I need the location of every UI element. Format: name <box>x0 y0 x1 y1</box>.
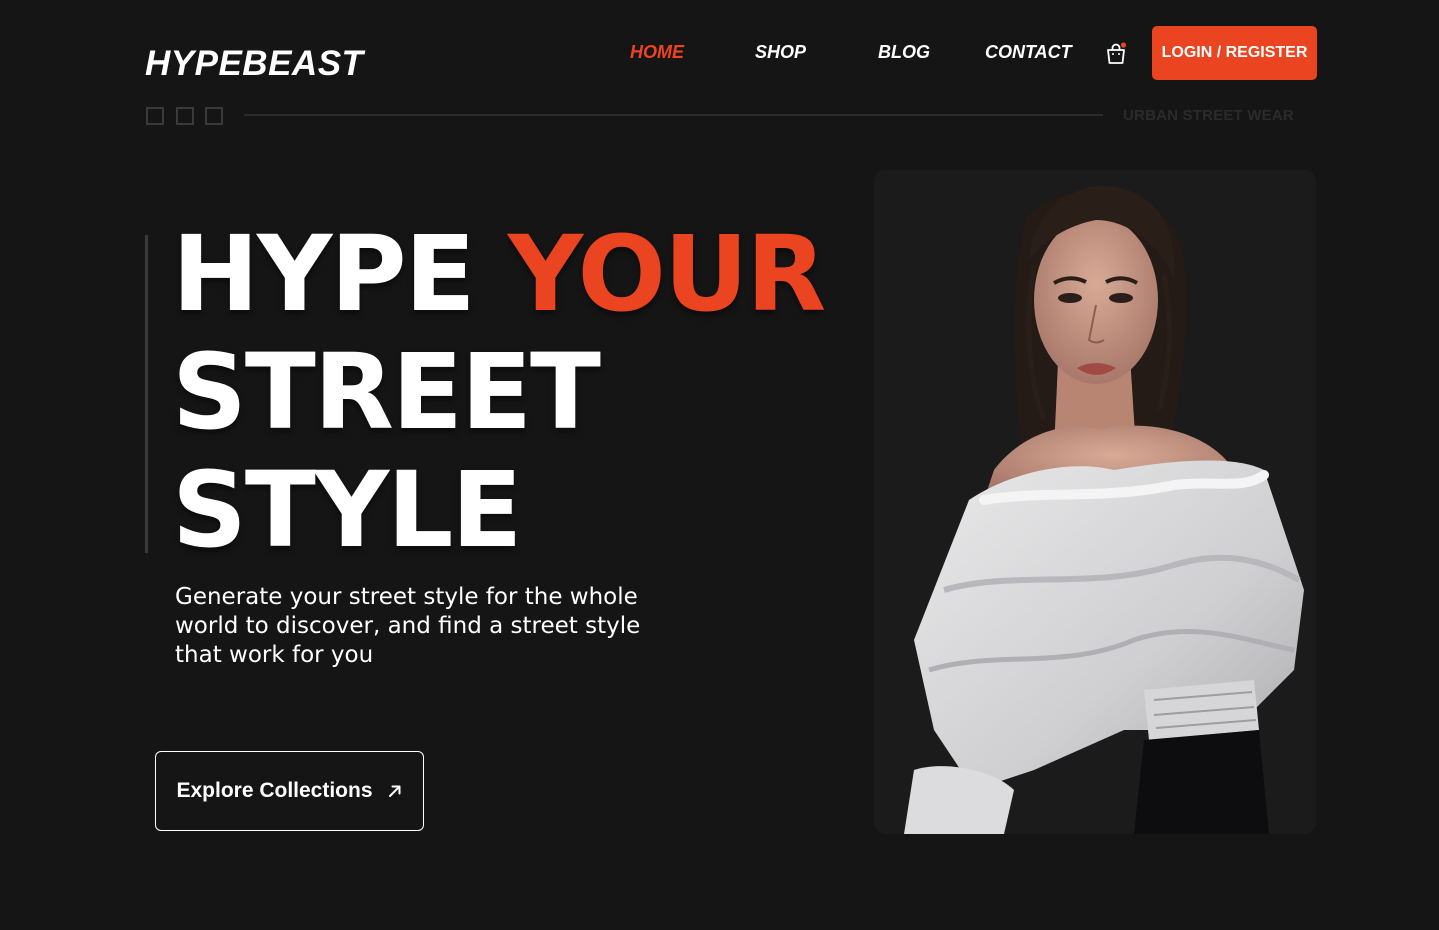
headline-word-your: YOUR <box>507 213 827 335</box>
nav-blog[interactable]: BLOG <box>878 42 930 63</box>
shopping-bag-icon <box>1107 42 1127 64</box>
headline-line-3: STYLE <box>172 449 522 571</box>
decor-square <box>205 107 223 125</box>
hero-accent-bar <box>145 235 148 553</box>
explore-collections-button[interactable]: Explore Collections <box>155 751 424 831</box>
decor-square <box>176 107 194 125</box>
explore-collections-label: Explore Collections <box>176 779 373 802</box>
model-photo <box>874 170 1316 834</box>
landing-page: HYPEBEAST HOME SHOP BLOG CONTACT LOGIN /… <box>0 0 1439 930</box>
headline-line-2: STREET <box>172 331 601 453</box>
headline-line-1: HYPE YOUR <box>172 222 826 326</box>
hero-description: Generate your street style for the whole… <box>175 584 641 668</box>
brand-logo[interactable]: HYPEBEAST <box>145 44 363 84</box>
cart-badge <box>1120 42 1127 48</box>
nav-shop[interactable]: SHOP <box>755 42 806 63</box>
nav-home[interactable]: HOME <box>630 42 684 63</box>
headline-word-hype: HYPE <box>172 213 476 335</box>
divider-line <box>244 114 1103 116</box>
tagline: URBAN STREET WEAR <box>1123 107 1294 124</box>
arrow-up-right-icon <box>388 785 401 797</box>
login-register-button[interactable]: LOGIN / REGISTER <box>1152 26 1317 80</box>
decor-square <box>146 107 164 125</box>
hero-model-image <box>874 170 1316 834</box>
nav-contact[interactable]: CONTACT <box>985 42 1072 63</box>
cart-button[interactable] <box>1104 42 1128 66</box>
